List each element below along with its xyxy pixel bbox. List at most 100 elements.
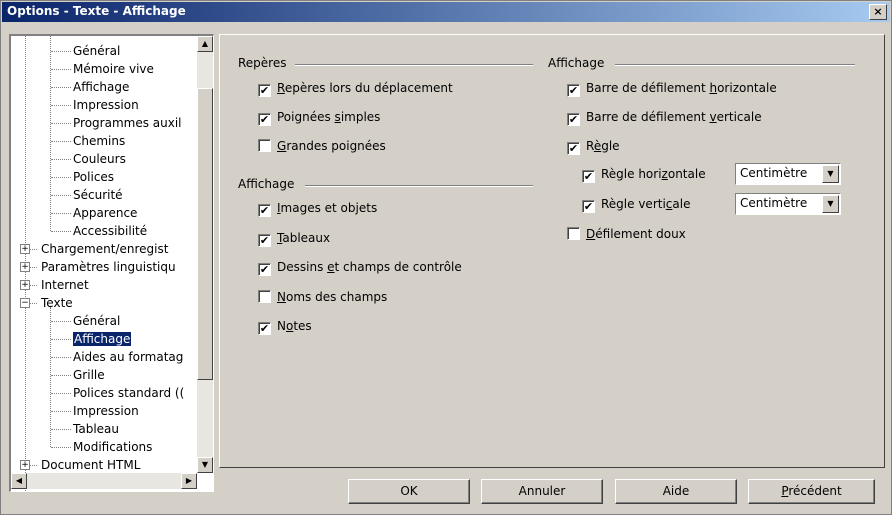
title-bar: Options - Texte - Affichage × [2, 2, 890, 22]
checkbox-unchecked-icon[interactable] [258, 289, 271, 303]
tree-item-general[interactable]: Général [73, 42, 120, 60]
checkbox-notes[interactable]: ✔ Notes [258, 317, 312, 335]
scroll-thumb[interactable] [197, 88, 213, 380]
expand-icon[interactable]: + [20, 244, 30, 254]
tree-item-apparence[interactable]: Apparence [73, 204, 137, 222]
tree-item-general[interactable]: Général [73, 312, 120, 330]
checkbox-label-pre: Poignées [277, 110, 335, 124]
scroll-up-button[interactable]: ▲ [197, 36, 213, 52]
chevron-down-icon[interactable]: ▼ [822, 165, 839, 183]
tree-item-affichage[interactable]: Affichage [73, 78, 129, 96]
vertical-ruler-unit-select[interactable]: Centimètre ▼ [735, 193, 841, 215]
tree-item-impression[interactable]: Impression [73, 402, 139, 420]
scroll-left-button[interactable]: ◀ [11, 473, 27, 489]
group-title-reperes: Repères [238, 56, 287, 70]
tree-connector [51, 105, 71, 106]
close-button[interactable]: × [869, 4, 887, 20]
checkbox-regle-horizontale[interactable]: ✔ Règle horizontale [582, 165, 706, 183]
checkbox-label-post: mages et objets [280, 201, 378, 215]
tree-connector [51, 231, 71, 232]
checkbox-checked-icon[interactable]: ✔ [258, 263, 271, 276]
tree-connector [51, 69, 71, 70]
tree-connector [51, 51, 71, 52]
tree-item-impression[interactable]: Impression [73, 96, 139, 114]
tree-item-chargement-enregist[interactable]: Chargement/enregist [41, 240, 168, 258]
checkbox-checked-icon[interactable]: ✔ [582, 200, 595, 213]
tree-item-label: Texte [41, 296, 73, 310]
tree-item-programmes-auxil[interactable]: Programmes auxil [73, 114, 182, 132]
chevron-down-icon[interactable]: ▼ [822, 195, 839, 213]
tree-item-label: Document HTML [41, 458, 141, 472]
horizontal-ruler-unit-select[interactable]: Centimètre ▼ [735, 163, 841, 185]
tree-item-polices[interactable]: Polices [73, 168, 114, 186]
checkbox-checked-icon[interactable]: ✔ [258, 233, 271, 247]
scroll-right-button[interactable]: ▶ [181, 473, 197, 489]
tree-item-internet[interactable]: Internet [41, 276, 89, 294]
expand-icon[interactable]: + [20, 262, 30, 272]
expand-icon[interactable]: + [20, 460, 30, 470]
checkbox-regle-verticale[interactable]: ✔ Règle verticale [582, 195, 690, 213]
tree-item-label: Polices standard (( [73, 386, 185, 400]
tree-item-tableau[interactable]: Tableau [73, 420, 119, 438]
checkbox-label-post: t champs de contrôle [334, 260, 462, 274]
checkbox-images-et-objets[interactable]: ✔ Images et objets [258, 199, 377, 217]
checkbox-regle[interactable]: ✔ Règle [567, 137, 620, 155]
tree-item-polices-standard[interactable]: Polices standard (( [73, 384, 184, 402]
tree-item-label: Couleurs [73, 152, 126, 166]
checkbox-checked-icon[interactable]: ✔ [582, 170, 595, 183]
tree-vertical-scrollbar[interactable]: ▲ ▼ [197, 36, 213, 473]
tree-item-aides-au-formatag[interactable]: Aides au formatag [73, 348, 183, 366]
back-button[interactable]: Précédent [748, 479, 875, 504]
tree-item-securite[interactable]: Sécurité [73, 186, 123, 204]
checkbox-checked-icon[interactable]: ✔ [567, 113, 580, 126]
scroll-down-button[interactable]: ▼ [197, 457, 213, 473]
tree-connector [29, 267, 37, 268]
tree-connector [51, 393, 71, 394]
checkbox-checked-icon[interactable]: ✔ [258, 84, 271, 97]
checkbox-barre-de-defilement-horizontale[interactable]: ✔ Barre de défilement horizontale [567, 79, 777, 97]
cancel-button[interactable]: Annuler [481, 479, 603, 504]
checkbox-checked-icon[interactable]: ✔ [567, 84, 580, 97]
expand-icon[interactable]: + [20, 280, 30, 290]
tree-item-parametres-linguistiqu[interactable]: Paramètres linguistiqu [41, 258, 176, 276]
checkbox-grandes-poignees[interactable]: Grandes poignées [258, 137, 386, 155]
checkbox-defilement-doux[interactable]: Défilement doux [567, 225, 686, 243]
tree-item-accessibilite[interactable]: Accessibilité [73, 222, 147, 240]
checkbox-tableaux[interactable]: ✔ Tableaux [258, 229, 330, 247]
checkbox-barre-de-defilement-verticale[interactable]: ✔ Barre de défilement verticale [567, 108, 762, 126]
tree-item-grille[interactable]: Grille [73, 366, 105, 384]
tree-item-texte[interactable]: Texte [41, 294, 73, 312]
collapse-icon[interactable]: − [20, 298, 30, 308]
tree-item-label: Grille [73, 368, 105, 382]
checkbox-unchecked-icon[interactable] [258, 139, 271, 152]
checkbox-reperes-lors-du-deplacement[interactable]: ✔ Repères lors du déplacement [258, 79, 453, 97]
tree-item-memoire-vive[interactable]: Mémoire vive [73, 60, 154, 78]
tree-item-chemins[interactable]: Chemins [73, 132, 125, 150]
checkbox-poignees-simples[interactable]: ✔ Poignées simples [258, 108, 380, 126]
ok-button[interactable]: OK [348, 479, 470, 504]
settings-panel: Repères ✔ Repères lors du déplacement ✔ Poi… [219, 34, 885, 468]
tree-item-modifications[interactable]: Modifications [73, 438, 152, 456]
checkbox-label-post: oms des champs [285, 289, 388, 304]
tree-item-label: Mémoire vive [73, 62, 154, 76]
checkbox-checked-icon[interactable]: ✔ [258, 322, 271, 335]
checkbox-label-post: gle [601, 139, 620, 153]
tree-connector [51, 141, 71, 142]
checkbox-label-pre: Règle verti [601, 197, 666, 211]
tree-horizontal-scrollbar[interactable]: ◀ ▶ [11, 473, 197, 489]
checkbox-dessins-et-champs-de-controle[interactable]: ✔ Dessins et champs de contrôle [258, 258, 462, 276]
tree-connector [51, 213, 71, 214]
tree-item-document-html[interactable]: Document HTML [41, 456, 140, 474]
checkbox-checked-icon[interactable]: ✔ [567, 142, 580, 155]
tree-connector [50, 36, 51, 231]
checkbox-noms-des-champs[interactable]: Noms des champs [258, 288, 387, 306]
tree-item-affichage[interactable]: Affichage [73, 330, 132, 348]
checkbox-checked-icon[interactable]: ✔ [258, 113, 271, 126]
tree-item-label: Chargement/enregist [41, 242, 169, 256]
checkbox-label-post: tes [293, 319, 312, 333]
checkbox-unchecked-icon[interactable] [567, 227, 580, 240]
tree-item-couleurs[interactable]: Couleurs [73, 150, 126, 168]
checkbox-checked-icon[interactable]: ✔ [258, 204, 271, 217]
select-value: Centimètre [740, 166, 808, 180]
help-button[interactable]: Aide [615, 479, 737, 504]
